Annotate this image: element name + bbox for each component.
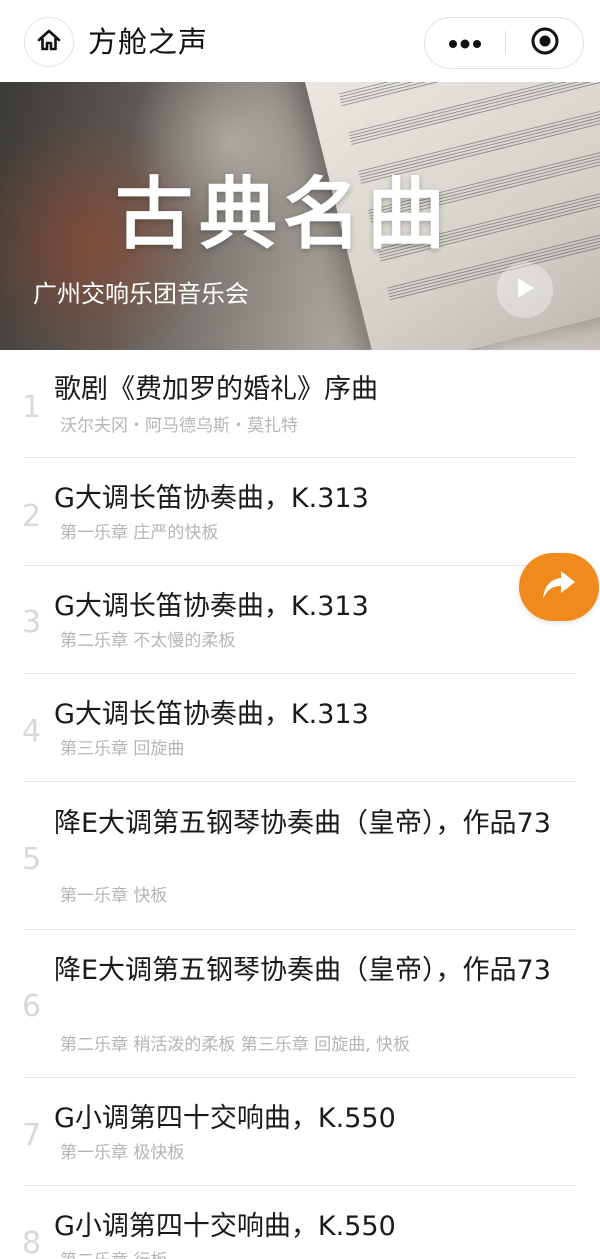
top-navigation-bar: 方舱之声 (0, 0, 600, 82)
track-number: 4 (22, 714, 42, 749)
track-number: 8 (22, 1226, 42, 1259)
track-title: G大调长笛协奏曲，K.313 (54, 591, 369, 622)
track-subtitle: 第二乐章 稍活泼的柔板 第三乐章 回旋曲, 快板 (60, 1035, 411, 1055)
target-close-icon (530, 26, 560, 60)
track-number: 5 (22, 842, 42, 877)
track-title: G小调第四十交响曲，K.550 (54, 1103, 396, 1134)
track-subtitle: 沃尔夫冈・阿马德乌斯・莫扎特 (60, 416, 298, 436)
mini-program-capsule (424, 17, 584, 69)
share-button[interactable] (519, 553, 599, 621)
track-number: 1 (22, 390, 42, 425)
track-number: 6 (22, 989, 42, 1024)
track-subtitle: 第一乐章 快板 (60, 886, 168, 906)
share-arrow-icon (539, 567, 579, 607)
concert-banner[interactable]: 古典名曲 广州交响乐团音乐会 (0, 82, 600, 350)
track-title: G大调长笛协奏曲，K.313 (54, 699, 369, 730)
page-title: 方舱之声 (88, 25, 209, 59)
play-icon (514, 276, 536, 304)
track-number: 2 (22, 499, 42, 534)
track-item[interactable]: 3 G大调长笛协奏曲，K.313 第二乐章 不太慢的柔板 (0, 566, 600, 674)
track-item[interactable]: 1 歌剧《费加罗的婚礼》序曲 沃尔夫冈・阿马德乌斯・莫扎特 (0, 350, 600, 458)
track-item[interactable]: 6 降E大调第五钢琴协奏曲（皇帝），作品73 第二乐章 稍活泼的柔板 第三乐章 … (0, 930, 600, 1078)
track-number: 7 (22, 1118, 42, 1153)
track-subtitle: 第三乐章 回旋曲 (60, 739, 185, 759)
track-subtitle: 第一乐章 极快板 (60, 1143, 185, 1163)
close-button[interactable] (506, 18, 584, 68)
play-button[interactable] (497, 262, 553, 318)
banner-subtitle: 广州交响乐团音乐会 (33, 280, 249, 308)
track-title: 歌剧《费加罗的婚礼》序曲 (54, 374, 378, 405)
banner-title: 古典名曲 (115, 170, 452, 260)
track-title: 降E大调第五钢琴协奏曲（皇帝），作品73 (54, 955, 551, 986)
more-button[interactable] (425, 18, 505, 68)
track-item[interactable]: 8 G小调第四十交响曲，K.550 第二乐章 行板 (0, 1186, 600, 1259)
track-title: G大调长笛协奏曲，K.313 (54, 483, 369, 514)
track-item[interactable]: 4 G大调长笛协奏曲，K.313 第三乐章 回旋曲 (0, 674, 600, 782)
track-subtitle: 第二乐章 不太慢的柔板 (60, 631, 236, 651)
track-item[interactable]: 5 降E大调第五钢琴协奏曲（皇帝），作品73 第一乐章 快板 (0, 782, 600, 930)
track-subtitle: 第一乐章 庄严的快板 (60, 523, 219, 543)
more-dots-icon (448, 34, 482, 53)
track-subtitle: 第二乐章 行板 (60, 1249, 167, 1259)
track-number: 3 (22, 605, 42, 640)
home-icon (36, 27, 62, 57)
track-title: G小调第四十交响曲，K.550 (54, 1211, 396, 1242)
track-title: 降E大调第五钢琴协奏曲（皇帝），作品73 (54, 808, 551, 839)
track-item[interactable]: 2 G大调长笛协奏曲，K.313 第一乐章 庄严的快板 (0, 458, 600, 566)
track-item[interactable]: 7 G小调第四十交响曲，K.550 第一乐章 极快板 (0, 1078, 600, 1186)
home-button[interactable] (24, 17, 74, 67)
